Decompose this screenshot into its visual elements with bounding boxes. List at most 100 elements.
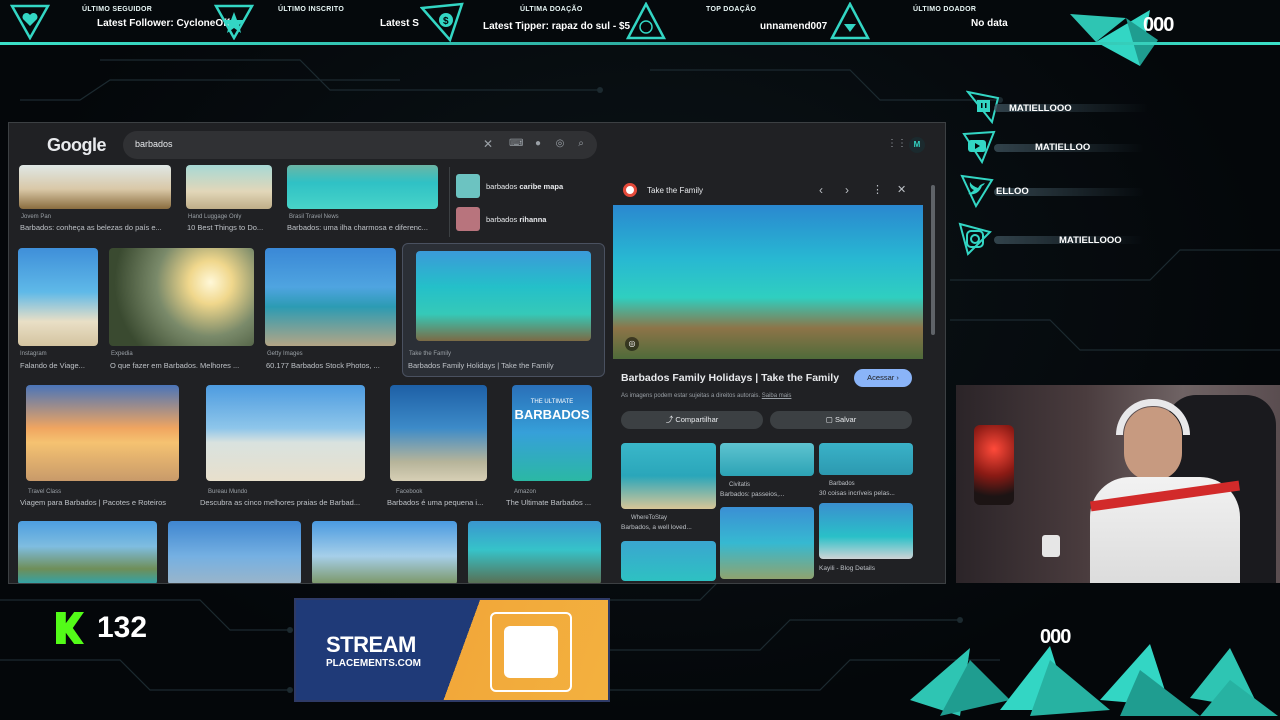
result-caption[interactable]: Viagem para Barbados | Pacotes e Roteiro… [20, 498, 190, 507]
result-source: Getty Images [267, 351, 303, 357]
search-input[interactable]: barbados [123, 131, 597, 159]
heart-icon [10, 4, 50, 40]
last-donation-label: ÚLTIMA DOAÇÃO [520, 6, 583, 13]
ad-line1: STREAM [326, 632, 416, 657]
lens-search-icon[interactable]: ◎ [625, 337, 639, 351]
suggestion-thumb [456, 207, 480, 231]
related-image[interactable] [819, 503, 913, 559]
image-result[interactable] [18, 521, 157, 583]
image-result[interactable] [109, 248, 254, 346]
result-source: Travel Class [28, 489, 62, 495]
image-result[interactable] [206, 385, 365, 481]
clear-icon[interactable]: ✕ [482, 138, 494, 150]
book-title-small: THE ULTIMATE [530, 399, 574, 405]
result-caption[interactable]: Descubra as cinco melhores praias de Bar… [200, 498, 372, 507]
ad-line2: PLACEMENTS.COM [326, 658, 421, 669]
image-preview-panel: Take the Family ‹ › ⋮ ✕ ◎ Barbados Famil… [613, 175, 929, 583]
suggestion-caribe-mapa[interactable]: barbados caribe mapa [486, 182, 563, 191]
top-donation-value: unnamend007 [760, 21, 828, 32]
close-icon[interactable]: ✕ [897, 183, 906, 196]
image-result[interactable] [312, 521, 457, 583]
diamond-icon [830, 2, 870, 40]
related-image[interactable] [720, 507, 814, 579]
svg-text:$: $ [443, 16, 449, 27]
keyboard-icon[interactable]: ⌨ [509, 138, 523, 150]
related-image[interactable] [621, 443, 716, 509]
preview-title[interactable]: Barbados Family Holidays | Take the Fami… [621, 372, 839, 384]
learn-more-link[interactable]: Saiba mais [762, 393, 792, 399]
result-source: Bureau Mundo [208, 489, 248, 495]
visit-button[interactable]: Acessar › [854, 369, 912, 387]
youtube-handle[interactable]: MATIELLOO [1035, 142, 1090, 153]
result-caption[interactable]: Falando de Viage... [20, 361, 100, 370]
browser-window[interactable]: Google barbados ✕ ⌨ ● ◎ ⌕ ⋮⋮ M Jovem Pan… [8, 122, 946, 584]
related-image[interactable] [621, 541, 716, 581]
image-result[interactable] [186, 165, 272, 209]
image-result-selected[interactable] [416, 251, 591, 341]
more-options-icon[interactable]: ⋮ [872, 183, 883, 196]
result-source: Brasil Travel News [289, 214, 339, 220]
result-caption[interactable]: Barbados Family Holidays | Take the Fami… [408, 361, 598, 370]
twitter-handle[interactable]: ELLOO [996, 186, 1029, 197]
money-bag-icon [626, 2, 666, 40]
image-result[interactable] [26, 385, 179, 481]
result-source: Facebook [396, 489, 423, 495]
result-caption[interactable]: The Ultimate Barbados ... [506, 498, 598, 507]
microphone-icon[interactable]: ● [532, 138, 544, 150]
google-logo[interactable]: Google [47, 135, 107, 156]
image-result[interactable] [287, 165, 438, 209]
related-caption[interactable]: Barbados, a well loved... [621, 524, 717, 531]
scrollbar[interactable] [931, 185, 935, 335]
last-donor-value: No data [971, 18, 1008, 29]
last-follower-value: Latest Follower: CycloneOff [97, 18, 230, 29]
result-caption[interactable]: O que fazer em Barbados. Melhores ... [110, 361, 255, 370]
save-button[interactable]: ▢ Salvar [770, 411, 912, 429]
related-caption[interactable]: Kayili - Blog Details [819, 565, 913, 572]
image-result[interactable] [390, 385, 487, 481]
last-sub-label: ÚLTIMO INSCRITO [278, 6, 345, 13]
result-caption[interactable]: 10 Best Things to Do... [187, 223, 277, 232]
copyright-notice: As imagens podem estar sujeitas a direit… [621, 393, 792, 399]
book-cover-result[interactable]: THE ULTIMATE BARBADOS [512, 385, 592, 481]
result-caption[interactable]: Barbados: conheça as belezas do país e..… [20, 223, 175, 232]
image-result[interactable] [18, 248, 98, 346]
last-donor-label: ÚLTIMO DOADOR [913, 6, 977, 13]
lens-icon[interactable]: ◎ [554, 138, 566, 150]
last-donation-value: Latest Tipper: rapaz do sul - $5 [483, 21, 631, 32]
result-caption[interactable]: 60.177 Barbados Stock Photos, ... [266, 361, 401, 370]
account-avatar[interactable]: M [909, 137, 925, 153]
top-donation-label: TOP DOAÇÃO [706, 6, 757, 13]
dollar-icon: $ [420, 2, 464, 42]
book-title: BARBADOS [514, 407, 590, 422]
image-result[interactable] [265, 248, 396, 346]
image-result[interactable] [168, 521, 301, 583]
preview-image[interactable]: ◎ [613, 205, 923, 359]
search-icon[interactable]: ⌕ [575, 138, 587, 150]
apps-grid-icon[interactable]: ⋮⋮ [887, 138, 907, 150]
result-source: Instagram [20, 351, 47, 357]
share-button[interactable]: ⤴ Compartilhar [621, 411, 763, 429]
result-source: Jovem Pan [21, 214, 52, 220]
webcam-feed [956, 385, 1280, 583]
image-result[interactable] [19, 165, 171, 209]
related-image[interactable] [720, 443, 814, 476]
twitch-handle[interactable]: MATIELLOOO [1009, 103, 1072, 114]
related-caption[interactable]: Barbados: passeios,... [720, 491, 816, 498]
chevron-right-icon[interactable]: › [845, 183, 849, 197]
top-divider [0, 42, 1280, 45]
related-image[interactable] [819, 443, 913, 475]
result-source: Take the Family [409, 351, 452, 357]
related-caption[interactable]: 30 coisas incríveis pelas... [819, 490, 913, 497]
instagram-icon [958, 222, 992, 256]
suggestion-rihanna[interactable]: barbados rihanna [486, 215, 546, 224]
site-name[interactable]: Take the Family [647, 186, 703, 195]
instagram-handle[interactable]: MATIELLOOO [1059, 235, 1122, 246]
sponsor-banner[interactable]: STREAM PLACEMENTS.COM [294, 598, 610, 702]
result-caption[interactable]: Barbados é uma pequena i... [387, 498, 492, 507]
image-result[interactable] [468, 521, 601, 583]
result-caption[interactable]: Barbados: uma ilha charmosa e diferenc..… [287, 223, 443, 232]
chevron-left-icon[interactable]: ‹ [819, 183, 823, 197]
streamer-shirt [1090, 477, 1240, 583]
suggestion-thumb [456, 174, 480, 198]
result-source: Hand Luggage Only [188, 214, 242, 220]
